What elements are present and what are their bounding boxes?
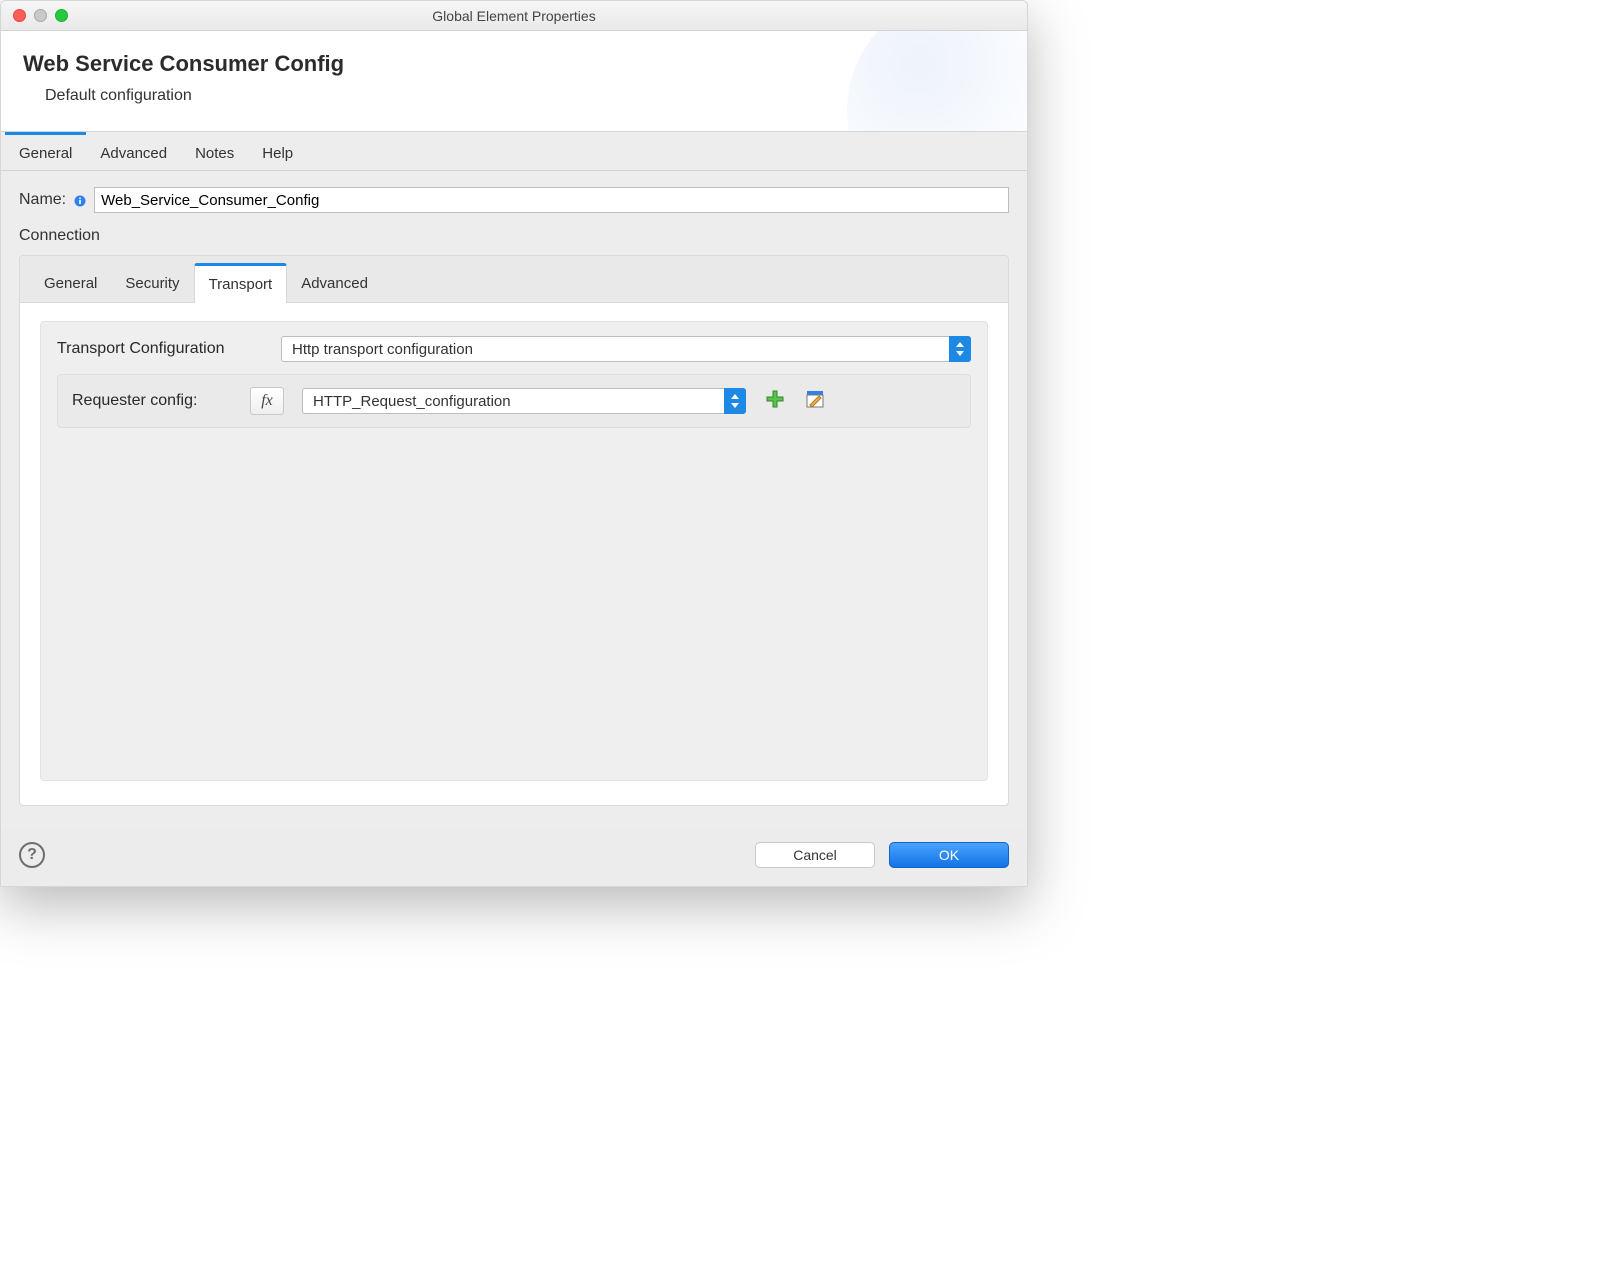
header-decoration (847, 31, 1027, 132)
edit-button[interactable] (804, 390, 826, 412)
zoom-window-icon[interactable] (55, 9, 68, 22)
inner-tab-transport[interactable]: Transport (194, 263, 288, 303)
name-row: Name: (19, 187, 1009, 213)
info-icon (74, 194, 86, 206)
window-controls (13, 9, 68, 22)
requester-config-value: HTTP_Request_configuration (313, 393, 511, 410)
chevron-updown-icon (724, 388, 746, 414)
tab-advanced[interactable]: Advanced (86, 132, 181, 170)
tab-notes[interactable]: Notes (181, 132, 248, 170)
help-button[interactable]: ? (19, 842, 45, 868)
edit-icon (806, 390, 824, 413)
inner-tab-content: Transport Configuration Http transport c… (20, 303, 1008, 805)
add-button[interactable] (764, 390, 786, 412)
cancel-button[interactable]: Cancel (755, 842, 875, 868)
chevron-updown-icon (949, 336, 971, 362)
transport-config-select[interactable]: Http transport configuration (281, 336, 971, 362)
outer-tab-bar: General Advanced Notes Help (1, 132, 1027, 171)
minimize-window-icon[interactable] (34, 9, 47, 22)
transport-config-label: Transport Configuration (57, 340, 267, 358)
dialog-footer: ? Cancel OK (1, 828, 1027, 886)
transport-config-row: Transport Configuration Http transport c… (57, 336, 971, 362)
connection-group: General Security Transport Advanced Tran… (19, 255, 1009, 806)
inner-tab-general[interactable]: General (30, 262, 111, 302)
window-title: Global Element Properties (1, 8, 1027, 24)
inner-tab-advanced[interactable]: Advanced (287, 262, 382, 302)
ok-button[interactable]: OK (889, 842, 1009, 868)
close-window-icon[interactable] (13, 9, 26, 22)
expression-fx-button[interactable]: fx (250, 387, 284, 415)
inner-tab-bar: General Security Transport Advanced (20, 256, 1008, 303)
inner-tab-security[interactable]: Security (111, 262, 193, 302)
tab-general[interactable]: General (5, 132, 86, 170)
requester-config-row: Requester config: fx HTTP_Request_config… (57, 374, 971, 428)
question-icon: ? (27, 846, 37, 864)
dialog-window: Global Element Properties Web Service Co… (0, 0, 1028, 887)
tab-help[interactable]: Help (248, 132, 307, 170)
connection-section-label: Connection (19, 227, 1009, 245)
requester-config-select[interactable]: HTTP_Request_configuration (302, 388, 746, 414)
titlebar: Global Element Properties (1, 1, 1027, 31)
plus-icon (766, 390, 784, 413)
general-panel: Name: Connection General Security Transp… (1, 171, 1027, 828)
name-input[interactable] (94, 187, 1009, 213)
requester-config-label: Requester config: (72, 392, 232, 410)
transport-config-value: Http transport configuration (292, 341, 473, 358)
dialog-header: Web Service Consumer Config Default conf… (1, 31, 1027, 132)
name-label: Name: (19, 191, 66, 209)
transport-panel: Transport Configuration Http transport c… (40, 321, 988, 781)
